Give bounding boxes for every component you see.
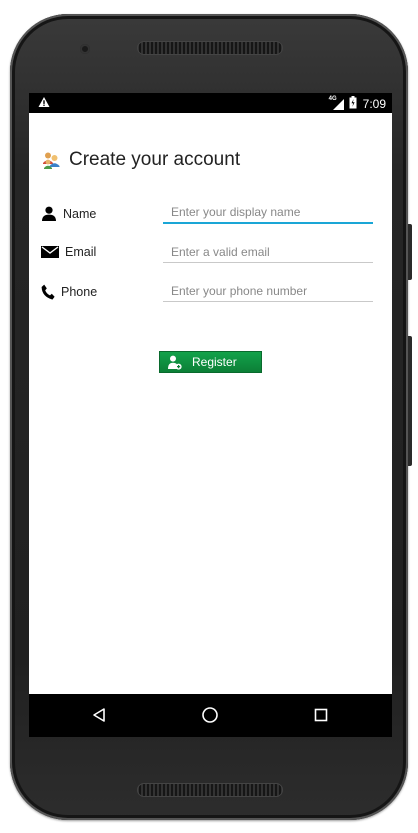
front-camera <box>80 44 90 54</box>
email-input[interactable] <box>163 241 373 263</box>
warning-icon <box>38 96 50 111</box>
battery-icon <box>349 96 357 112</box>
email-label-group: Email <box>41 245 96 259</box>
clock: 7:09 <box>362 97 386 111</box>
name-row: Name <box>29 202 392 228</box>
add-user-icon <box>168 355 182 370</box>
recents-icon[interactable] <box>309 704 333 726</box>
top-speaker <box>137 41 283 55</box>
email-label: Email <box>65 245 97 259</box>
phone-label: Phone <box>61 285 98 299</box>
register-button[interactable]: Register <box>159 351 262 373</box>
back-icon[interactable] <box>87 704 111 726</box>
header: Create your account <box>41 149 240 171</box>
bottom-speaker <box>137 783 283 797</box>
phone-icon <box>41 284 55 300</box>
navigation-bar <box>29 694 392 737</box>
signal-icon: 4G <box>329 96 345 111</box>
email-row: Email <box>29 241 392 267</box>
phone-label-group: Phone <box>41 284 97 300</box>
home-icon[interactable] <box>198 704 222 726</box>
page-title: Create your account <box>69 149 241 170</box>
name-input[interactable] <box>163 202 373 224</box>
person-icon <box>41 206 57 221</box>
status-bar: 4G 7:09 <box>29 93 392 113</box>
name-label: Name <box>63 206 97 221</box>
volume-button <box>408 336 412 466</box>
name-label-group: Name <box>41 206 96 221</box>
status-indicators: 4G 7:09 <box>329 96 386 112</box>
power-button <box>408 224 412 280</box>
phone-input[interactable] <box>163 280 373 302</box>
users-icon <box>41 150 61 170</box>
phone-row: Phone <box>29 280 392 306</box>
envelope-icon <box>41 246 59 258</box>
register-label: Register <box>192 355 237 369</box>
screen: 4G 7:09 Create your account Name Enter y… <box>29 93 392 737</box>
